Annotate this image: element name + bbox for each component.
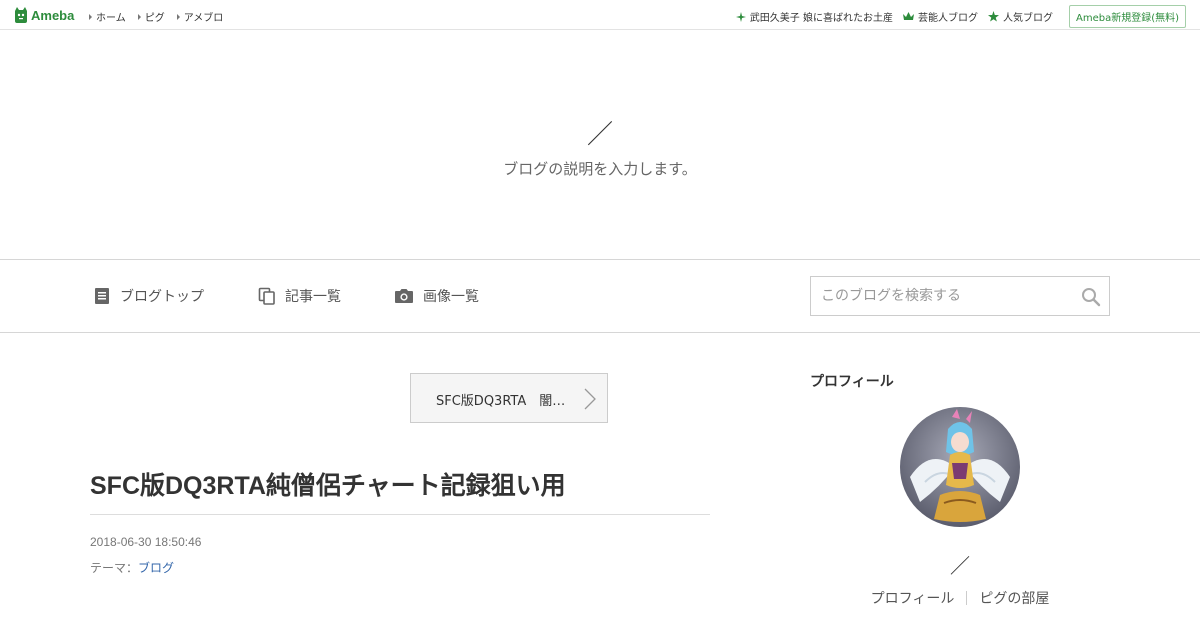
triangle-right-icon	[137, 13, 141, 20]
next-entry-button[interactable]: SFC版DQ3RTA 闇…	[410, 373, 608, 423]
blog-search	[810, 276, 1110, 316]
global-nav: ホーム ピグ アメブロ	[89, 9, 223, 24]
nav-ameblo-label: アメブロ	[183, 13, 224, 24]
ameba-mascot-icon	[15, 7, 27, 23]
nav-blog-top[interactable]: ブログトップ	[93, 286, 204, 306]
entry-theme: テーマ：ブログ	[90, 559, 174, 576]
sparkle-icon	[735, 11, 746, 22]
entry-title[interactable]: SFC版DQ3RTA純僧侶チャート記録狙い用	[90, 466, 566, 502]
blog-search-input[interactable]	[811, 277, 1071, 315]
profile-avatar[interactable]	[900, 407, 1020, 527]
celebrity-blog-label: 芸能人ブログ	[917, 13, 978, 24]
next-entry-label: SFC版DQ3RTA 闇…	[436, 394, 566, 409]
profile-link[interactable]: プロフィール	[859, 588, 967, 608]
nav-image-list[interactable]: 画像一覧	[394, 286, 479, 306]
blog-header: ／ ブログの説明を入力します。	[0, 30, 1200, 260]
logo-text: Ameba	[31, 7, 75, 23]
popular-blog-link[interactable]: 人気ブログ	[987, 9, 1053, 24]
crown-icon	[902, 12, 914, 20]
header-right-links: 武田久美子 娘に喜ばれたお土産 芸能人ブログ 人気ブログ Ameba新規登録(無…	[735, 5, 1186, 28]
entry-date: 2018-06-30 18:50:46	[90, 535, 202, 549]
camera-icon	[395, 289, 413, 303]
blog-title[interactable]: ／	[0, 114, 1200, 151]
nav-entry-list-label: 記事一覧	[285, 289, 341, 305]
title-divider	[90, 514, 710, 515]
celebrity-blog-link[interactable]: 芸能人ブログ	[902, 9, 978, 24]
global-header: Ameba ホーム ピグ アメブロ 武田久美子 娘に喜ばれたお土産 芸能人ブログ…	[0, 0, 1200, 30]
nav-image-list-label: 画像一覧	[423, 289, 479, 305]
chevron-right-icon	[584, 388, 596, 410]
profile-name[interactable]: ／	[810, 550, 1110, 579]
trending-topic-label: 武田久美子 娘に喜ばれたお土産	[749, 13, 893, 24]
nav-home-link[interactable]: ホーム	[89, 9, 126, 24]
nav-pigg-label: ピグ	[144, 13, 165, 24]
ameba-logo[interactable]: Ameba	[14, 6, 74, 24]
nav-entry-list[interactable]: 記事一覧	[258, 286, 341, 306]
theme-prefix: テーマ：	[90, 561, 139, 575]
theme-link[interactable]: ブログ	[138, 561, 174, 575]
nav-ameblo-link[interactable]: アメブロ	[176, 9, 224, 24]
profile-links: プロフィール ピグの部屋	[810, 588, 1110, 608]
copy-icon	[258, 287, 275, 305]
trending-topic-link[interactable]: 武田久美子 娘に喜ばれたお土産	[735, 9, 893, 24]
blog-nav: ブログトップ 記事一覧 画像一覧	[0, 260, 1200, 333]
signup-button[interactable]: Ameba新規登録(無料)	[1068, 5, 1186, 28]
blog-description: ブログの説明を入力します。	[503, 160, 697, 178]
triangle-right-icon	[89, 13, 92, 20]
nav-blog-top-label: ブログトップ	[120, 289, 204, 305]
profile-heading: プロフィール	[810, 374, 894, 390]
nav-pigg-link[interactable]: ピグ	[137, 9, 165, 24]
search-icon[interactable]	[1081, 287, 1101, 307]
pigg-room-link[interactable]: ピグの部屋	[967, 588, 1061, 608]
avatar-image	[900, 407, 1020, 527]
document-icon	[95, 288, 109, 304]
triangle-right-icon	[176, 13, 180, 20]
star-icon	[987, 11, 999, 22]
popular-blog-label: 人気ブログ	[1002, 13, 1053, 24]
nav-home-label: ホーム	[96, 13, 126, 24]
